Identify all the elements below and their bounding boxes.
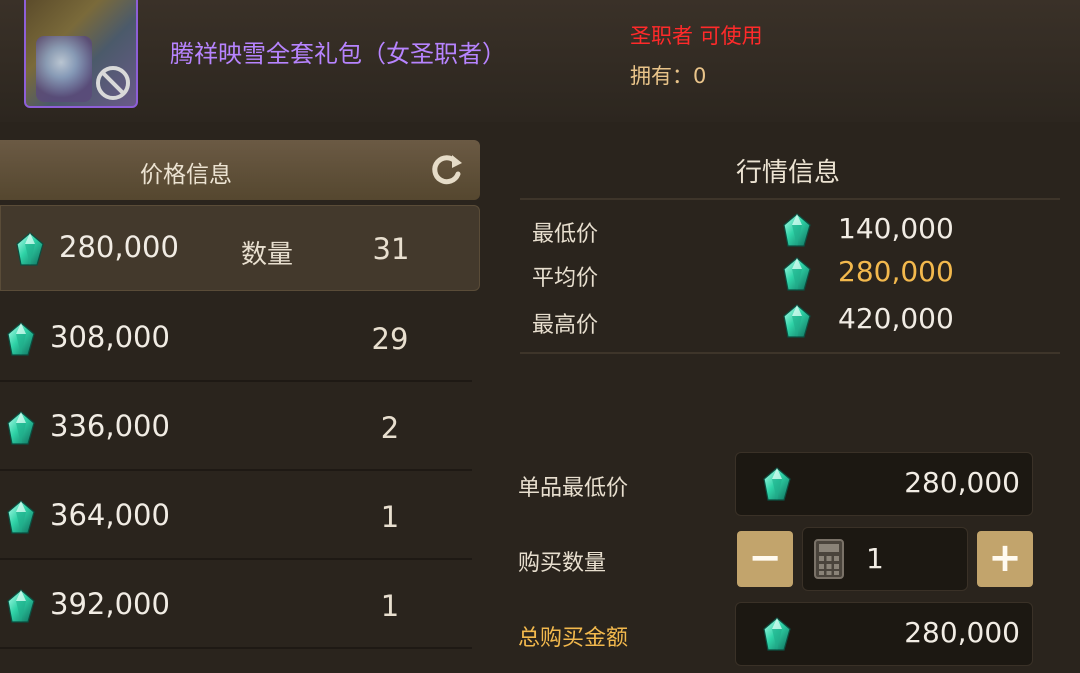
total-amount-field: 280,000 <box>735 602 1033 666</box>
average-price-label: 平均价 <box>532 266 599 291</box>
item-header: 腾祥映雪全套礼包（女圣职者） 圣职者 可使用 拥有：0 <box>0 0 1080 122</box>
price-row[interactable]: 280,000 数量 31 <box>0 205 480 291</box>
gem-icon <box>6 589 36 623</box>
price-list-title: 价格信息 <box>140 162 232 188</box>
gem-icon <box>6 500 36 534</box>
price-list-header: 价格信息 <box>0 140 480 200</box>
lowest-price-value: 140,000 <box>838 212 954 245</box>
gem-icon <box>15 232 45 266</box>
plus-icon: + <box>988 535 1022 581</box>
gem-icon <box>762 467 792 501</box>
calculator-icon[interactable] <box>814 539 844 579</box>
gem-icon <box>762 617 792 651</box>
unit-min-price-value: 280,000 <box>904 466 1020 499</box>
row-divider <box>0 558 472 560</box>
market-divider-top <box>520 198 1060 200</box>
owned-value: 0 <box>693 64 707 88</box>
gem-icon <box>782 304 812 338</box>
ban-icon <box>96 66 130 100</box>
total-amount-label: 总购买金额 <box>518 626 629 651</box>
market-info-title: 行情信息 <box>735 158 840 188</box>
quantity-value: 1 <box>380 589 400 623</box>
class-requirement: 圣职者 可使用 <box>630 24 763 48</box>
quantity-value: 31 <box>372 232 410 266</box>
gem-icon <box>6 322 36 356</box>
highest-price-value: 420,000 <box>838 302 954 335</box>
increase-quantity-button[interactable]: + <box>977 531 1033 587</box>
market-divider-bottom <box>520 352 1060 354</box>
quantity-value: 1 <box>866 542 884 575</box>
quantity-value: 1 <box>380 500 400 534</box>
price-row[interactable]: 308,000 29 <box>0 296 480 382</box>
price-row[interactable]: 364,000 1 <box>0 474 480 560</box>
price-value: 280,000 <box>59 230 179 264</box>
unit-min-price-field: 280,000 <box>735 452 1033 516</box>
price-value: 364,000 <box>50 498 170 532</box>
row-divider <box>0 469 472 471</box>
price-value: 392,000 <box>50 587 170 621</box>
price-row[interactable]: 336,000 2 <box>0 385 480 471</box>
gem-icon <box>6 411 36 445</box>
unit-min-price-label: 单品最低价 <box>518 476 629 501</box>
item-name: 腾祥映雪全套礼包（女圣职者） <box>170 40 506 68</box>
owned-label: 拥有： <box>630 64 693 88</box>
item-thumbnail[interactable] <box>24 0 138 108</box>
purchase-quantity-label: 购买数量 <box>518 551 607 576</box>
quantity-label: 数量 <box>241 240 294 270</box>
minus-icon: − <box>748 535 782 581</box>
price-value: 336,000 <box>50 409 170 443</box>
item-art <box>36 36 92 102</box>
price-row[interactable]: 392,000 1 <box>0 563 480 649</box>
refresh-icon[interactable] <box>428 152 464 188</box>
average-price-value: 280,000 <box>838 255 954 288</box>
decrease-quantity-button[interactable]: − <box>737 531 793 587</box>
lowest-price-label: 最低价 <box>532 222 599 247</box>
gem-icon <box>782 257 812 291</box>
quantity-value: 2 <box>380 411 400 445</box>
row-divider <box>0 380 472 382</box>
gem-icon <box>782 213 812 247</box>
highest-price-label: 最高价 <box>532 313 599 338</box>
total-amount-value: 280,000 <box>904 616 1020 649</box>
owned-count: 拥有：0 <box>630 60 706 90</box>
price-value: 308,000 <box>50 320 170 354</box>
row-divider <box>0 647 472 649</box>
quantity-value: 29 <box>371 322 409 356</box>
